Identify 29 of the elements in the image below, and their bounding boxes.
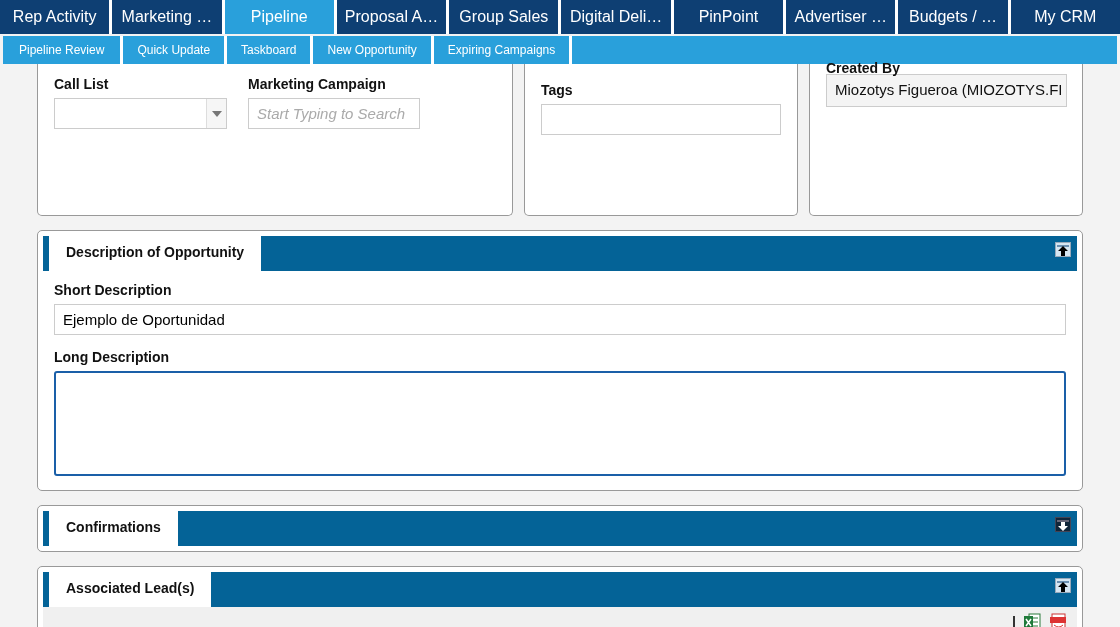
panel-title: Description of Opportunity xyxy=(49,235,262,271)
nav-tab[interactable]: Budgets / … xyxy=(898,0,1008,34)
collapse-icon[interactable] xyxy=(1055,242,1071,257)
nav-tab[interactable]: Proposal A… xyxy=(336,0,447,34)
expand-icon[interactable] xyxy=(1055,517,1071,532)
nav-tab[interactable]: Rep Activity xyxy=(0,0,110,34)
field-label: Call List xyxy=(54,75,110,94)
field-label: Created By xyxy=(826,62,901,74)
nav-tab[interactable]: Group Sales xyxy=(449,0,559,34)
panel-title: Associated Lead(s) xyxy=(49,571,212,607)
short-description-field[interactable]: Ejemplo de Oportunidad xyxy=(54,304,1066,335)
separator-icon xyxy=(1013,616,1015,627)
nav-tab[interactable]: Marketing … xyxy=(112,0,222,34)
tags-field[interactable] xyxy=(541,104,781,135)
field-label: Marketing Campaign xyxy=(248,75,387,94)
nav-tab[interactable]: My CRM xyxy=(1010,0,1120,34)
collapse-icon[interactable] xyxy=(1055,578,1071,593)
pdf-icon[interactable] xyxy=(1049,613,1067,627)
search-field[interactable]: Start Typing to Search xyxy=(248,98,420,129)
field-label: Tags xyxy=(541,81,574,100)
field-label: Long Description xyxy=(54,348,171,367)
long-description-field[interactable] xyxy=(54,371,1066,476)
nav-tab[interactable]: Advertiser … xyxy=(786,0,896,34)
caret-icon xyxy=(211,110,222,117)
field-label: Short Description xyxy=(54,281,173,300)
nav-tab[interactable]: Digital Deli… xyxy=(561,0,671,34)
nav-tab[interactable]: PinPoint xyxy=(673,0,784,34)
spreadsheet-icon[interactable] xyxy=(1023,613,1041,627)
panel-title: Confirmations xyxy=(49,510,178,546)
